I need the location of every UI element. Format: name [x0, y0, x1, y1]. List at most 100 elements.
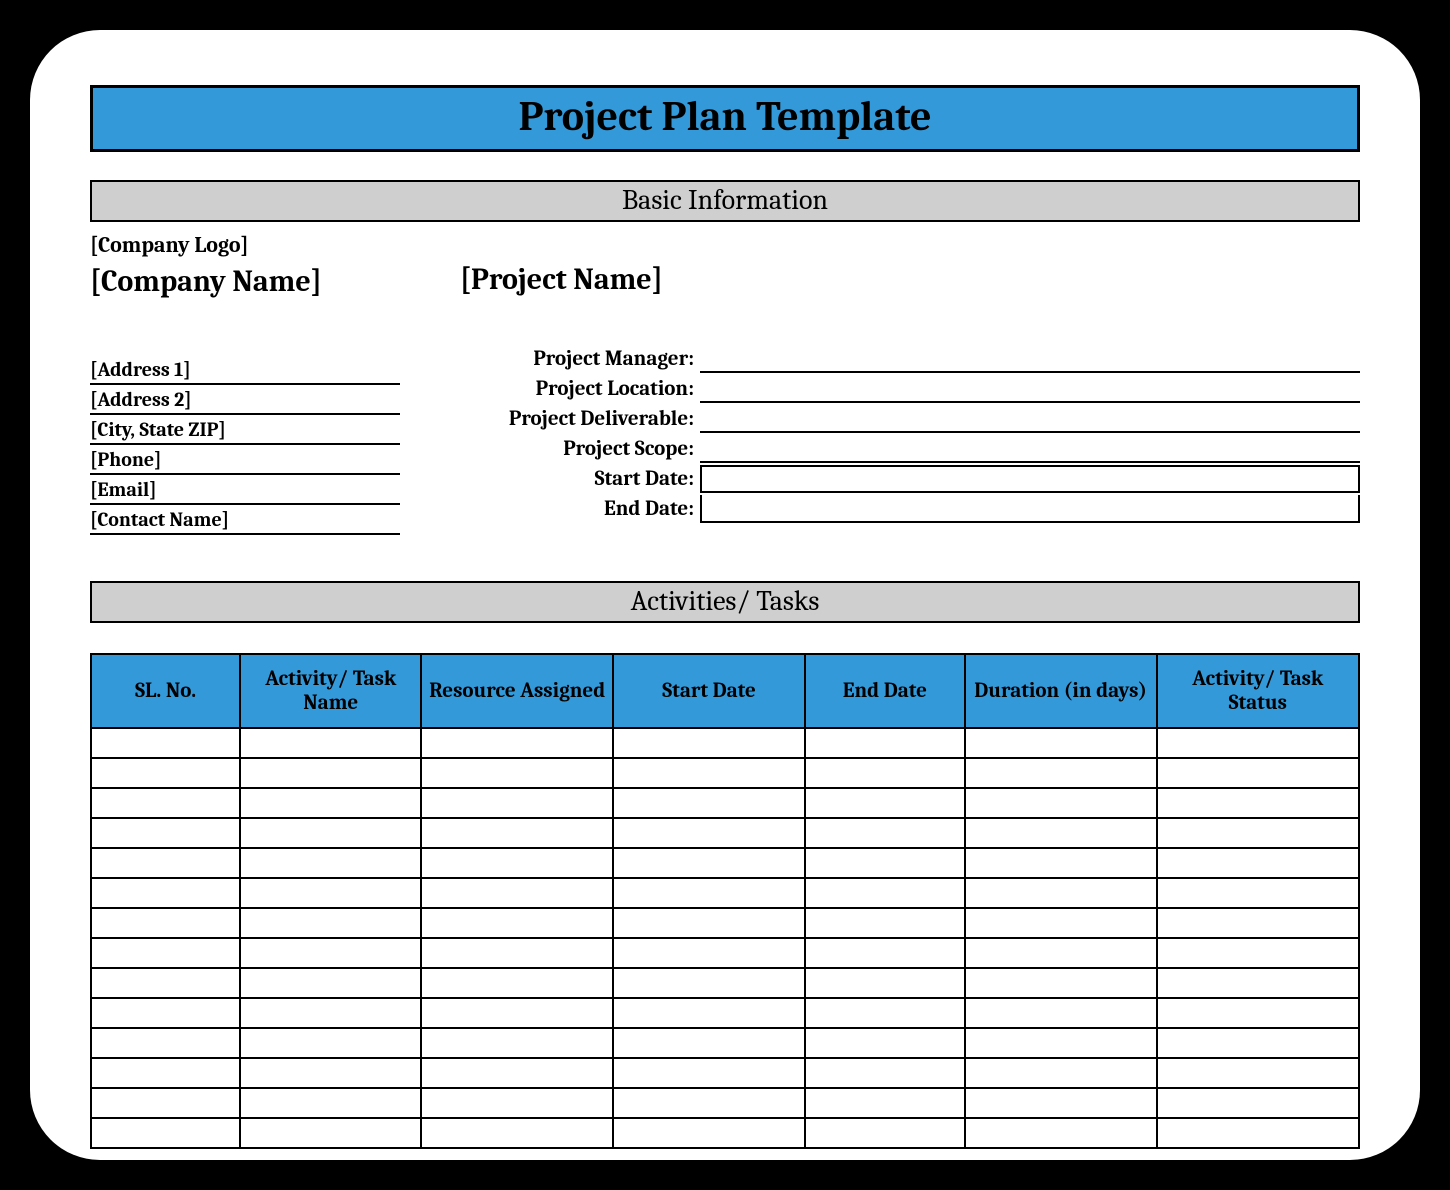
table-cell[interactable] [805, 1028, 965, 1058]
table-cell[interactable] [965, 848, 1157, 878]
table-cell[interactable] [965, 758, 1157, 788]
table-cell[interactable] [91, 998, 240, 1028]
project-manager-input[interactable] [700, 343, 1360, 373]
table-cell[interactable] [805, 1118, 965, 1148]
table-cell[interactable] [965, 1058, 1157, 1088]
table-cell[interactable] [1157, 1088, 1359, 1118]
table-cell[interactable] [965, 1088, 1157, 1118]
table-cell[interactable] [965, 728, 1157, 758]
project-location-input[interactable] [700, 373, 1360, 403]
table-cell[interactable] [240, 788, 421, 818]
table-cell[interactable] [1157, 758, 1359, 788]
table-cell[interactable] [421, 908, 613, 938]
table-cell[interactable] [421, 758, 613, 788]
table-cell[interactable] [91, 1028, 240, 1058]
table-cell[interactable] [1157, 878, 1359, 908]
contact-name-field[interactable]: [Contact Name] [90, 505, 400, 535]
table-cell[interactable] [421, 728, 613, 758]
table-cell[interactable] [91, 1118, 240, 1148]
table-cell[interactable] [805, 1088, 965, 1118]
table-cell[interactable] [240, 968, 421, 998]
table-cell[interactable] [1157, 848, 1359, 878]
table-cell[interactable] [421, 848, 613, 878]
table-cell[interactable] [240, 818, 421, 848]
table-cell[interactable] [965, 788, 1157, 818]
table-cell[interactable] [421, 938, 613, 968]
table-cell[interactable] [965, 818, 1157, 848]
table-cell[interactable] [91, 758, 240, 788]
table-cell[interactable] [421, 1058, 613, 1088]
table-cell[interactable] [805, 938, 965, 968]
table-cell[interactable] [613, 1118, 805, 1148]
table-cell[interactable] [240, 998, 421, 1028]
table-cell[interactable] [613, 788, 805, 818]
table-cell[interactable] [421, 1118, 613, 1148]
table-cell[interactable] [91, 878, 240, 908]
table-cell[interactable] [91, 728, 240, 758]
table-cell[interactable] [613, 878, 805, 908]
table-cell[interactable] [421, 1028, 613, 1058]
project-deliverable-input[interactable] [700, 403, 1360, 433]
table-cell[interactable] [1157, 938, 1359, 968]
table-cell[interactable] [240, 848, 421, 878]
table-cell[interactable] [805, 788, 965, 818]
table-cell[interactable] [421, 998, 613, 1028]
table-cell[interactable] [613, 818, 805, 848]
table-cell[interactable] [805, 998, 965, 1028]
table-cell[interactable] [805, 818, 965, 848]
table-cell[interactable] [240, 1088, 421, 1118]
table-cell[interactable] [421, 1088, 613, 1118]
start-date-input[interactable] [700, 465, 1360, 493]
table-cell[interactable] [805, 968, 965, 998]
table-cell[interactable] [613, 1058, 805, 1088]
table-cell[interactable] [91, 908, 240, 938]
table-cell[interactable] [613, 998, 805, 1028]
table-cell[interactable] [613, 1028, 805, 1058]
table-cell[interactable] [965, 968, 1157, 998]
table-cell[interactable] [421, 788, 613, 818]
table-cell[interactable] [805, 728, 965, 758]
table-cell[interactable] [91, 818, 240, 848]
table-cell[interactable] [613, 908, 805, 938]
table-cell[interactable] [965, 908, 1157, 938]
table-cell[interactable] [613, 758, 805, 788]
table-cell[interactable] [1157, 968, 1359, 998]
table-cell[interactable] [965, 998, 1157, 1028]
address1-field[interactable]: [Address 1] [90, 355, 400, 385]
table-cell[interactable] [240, 1118, 421, 1148]
table-cell[interactable] [91, 1058, 240, 1088]
table-cell[interactable] [1157, 788, 1359, 818]
table-cell[interactable] [965, 938, 1157, 968]
table-cell[interactable] [1157, 728, 1359, 758]
table-cell[interactable] [1157, 908, 1359, 938]
table-cell[interactable] [91, 848, 240, 878]
table-cell[interactable] [965, 878, 1157, 908]
table-cell[interactable] [805, 878, 965, 908]
city-state-zip-field[interactable]: [City, State ZIP] [90, 415, 400, 445]
table-cell[interactable] [613, 938, 805, 968]
table-cell[interactable] [1157, 1028, 1359, 1058]
table-cell[interactable] [805, 1058, 965, 1088]
table-cell[interactable] [1157, 1118, 1359, 1148]
table-cell[interactable] [240, 1028, 421, 1058]
table-cell[interactable] [91, 1088, 240, 1118]
table-cell[interactable] [613, 728, 805, 758]
table-cell[interactable] [240, 1058, 421, 1088]
table-cell[interactable] [965, 1118, 1157, 1148]
table-cell[interactable] [91, 968, 240, 998]
phone-field[interactable]: [Phone] [90, 445, 400, 475]
address2-field[interactable]: [Address 2] [90, 385, 400, 415]
table-cell[interactable] [613, 1088, 805, 1118]
project-scope-input[interactable] [700, 433, 1360, 463]
table-cell[interactable] [805, 758, 965, 788]
table-cell[interactable] [1157, 998, 1359, 1028]
end-date-input[interactable] [700, 495, 1360, 523]
table-cell[interactable] [805, 908, 965, 938]
table-cell[interactable] [240, 878, 421, 908]
table-cell[interactable] [421, 968, 613, 998]
table-cell[interactable] [1157, 818, 1359, 848]
table-cell[interactable] [965, 1028, 1157, 1058]
table-cell[interactable] [91, 788, 240, 818]
table-cell[interactable] [421, 818, 613, 848]
table-cell[interactable] [240, 908, 421, 938]
